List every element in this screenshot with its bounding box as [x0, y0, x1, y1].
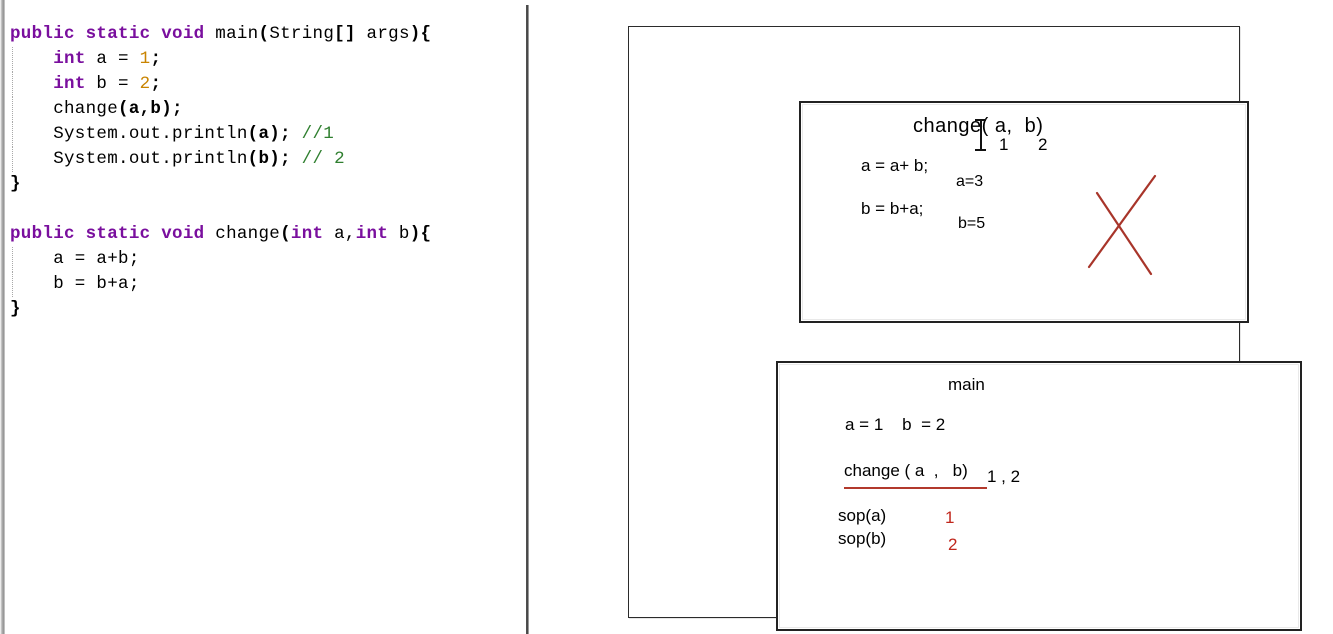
code-token-id: main	[215, 24, 259, 44]
main-change-call-args: 1 , 2	[987, 467, 1021, 486]
code-token-cmt: // 2	[301, 149, 345, 169]
main-stack-frame-box[interactable]: main a = 1 b = 2 change ( a , b) 1 , 2 s…	[776, 361, 1302, 631]
indent-guide	[12, 122, 14, 147]
code-token-kw: public	[10, 224, 75, 244]
indent-guide	[12, 72, 14, 97]
code-token-punc: ){	[409, 24, 432, 44]
code-line[interactable]: System.out.println(a); //1	[10, 122, 520, 147]
code-editor-pane[interactable]: public static void main(String[] args){ …	[0, 0, 526, 634]
text-caret-icon	[975, 119, 986, 151]
code-token-id: b	[388, 224, 410, 244]
code-line[interactable]: }	[10, 297, 520, 322]
code-line[interactable]: a = a+b;	[10, 247, 520, 272]
java-code-listing[interactable]: public static void main(String[] args){ …	[10, 22, 520, 322]
main-print-b-label: sop(b)	[838, 529, 887, 548]
code-token-num: 2	[139, 74, 151, 94]
whiteboard-outer-frame: change( a, b) 1 2 a = a+ b; a=3 b = b+a;…	[628, 26, 1302, 631]
code-line[interactable]: int b = 2;	[10, 72, 520, 97]
code-line[interactable]: int a = 1;	[10, 47, 520, 72]
change-statement-b: b = b+a;	[861, 199, 924, 218]
change-statement-a: a = a+ b;	[861, 156, 929, 175]
indent-guide	[12, 147, 14, 172]
code-token-punc: }	[10, 174, 21, 194]
main-frame-title: main	[948, 375, 985, 394]
editor-gutter-bar	[0, 0, 5, 634]
code-token-punc: (	[258, 24, 270, 44]
code-line[interactable]	[10, 197, 520, 222]
main-print-a-value: 1	[945, 508, 955, 527]
change-arg-subscript-a: 1	[999, 135, 1009, 154]
code-token-id: a	[85, 49, 119, 69]
main-local-variables: a = 1 b = 2	[845, 415, 946, 434]
main-print-a-label: sop(a)	[838, 506, 887, 525]
main-change-call-underline	[844, 487, 987, 489]
code-token-kw: int	[53, 49, 86, 69]
code-token-id: String	[269, 24, 335, 44]
code-token-punc: ;	[150, 74, 162, 94]
code-token-num: 1	[139, 49, 151, 69]
code-token-punc: (b);	[247, 149, 291, 169]
change-value-b: b=5	[958, 215, 986, 232]
code-token-id: =	[118, 74, 129, 94]
code-token-kw: public	[10, 24, 75, 44]
change-arg-subscript-b: 2	[1038, 135, 1048, 154]
code-token-id: =	[118, 49, 129, 69]
indent-guide	[12, 97, 14, 122]
code-token-kw: void	[161, 224, 205, 244]
code-token-punc: (a);	[247, 124, 291, 144]
code-line[interactable]: }	[10, 172, 520, 197]
code-line[interactable]: System.out.println(b); // 2	[10, 147, 520, 172]
code-token-id: change	[10, 99, 119, 119]
code-token-id: a,	[323, 224, 356, 244]
code-token-id: args	[355, 24, 410, 44]
code-token-kw: int	[290, 224, 324, 244]
indent-guide	[12, 47, 14, 72]
code-token-id: System.out.println	[10, 124, 248, 144]
code-line[interactable]: public static void main(String[] args){	[10, 22, 520, 47]
main-print-b-value: 2	[948, 535, 958, 554]
code-token-cmt: //1	[301, 124, 335, 144]
indent-guide	[12, 272, 14, 297]
code-line[interactable]: public static void change(int a,int b){	[10, 222, 520, 247]
code-token-kw: static	[85, 24, 151, 44]
change-value-a: a=3	[956, 173, 984, 190]
code-token-punc: (a,b);	[118, 99, 183, 119]
code-line[interactable]: change(a,b);	[10, 97, 520, 122]
code-token-punc: }	[10, 299, 21, 319]
code-token-id: System.out.println	[10, 149, 248, 169]
code-token-punc: ){	[409, 224, 432, 244]
code-token-punc: (	[280, 224, 291, 244]
main-change-call: change ( a , b)	[844, 461, 968, 480]
code-token-id: b = b+a;	[10, 274, 140, 294]
code-token-punc: []	[334, 24, 356, 44]
code-token-punc: ;	[150, 49, 162, 69]
code-token-id: a = a+b;	[10, 249, 140, 269]
red-x-strike-icon	[1087, 174, 1157, 276]
code-token-id: b	[85, 74, 119, 94]
code-token-kw: static	[85, 224, 151, 244]
code-token-kw: void	[161, 24, 205, 44]
code-token-id: change	[215, 224, 281, 244]
whiteboard-pane: change( a, b) 1 2 a = a+ b; a=3 b = b+a;…	[526, 0, 1333, 634]
indent-guide	[12, 247, 14, 272]
code-token-kw: int	[53, 74, 86, 94]
code-line[interactable]: b = b+a;	[10, 272, 520, 297]
code-token-kw: int	[355, 224, 389, 244]
change-stack-frame-box[interactable]: change( a, b) 1 2 a = a+ b; a=3 b = b+a;…	[799, 101, 1249, 323]
